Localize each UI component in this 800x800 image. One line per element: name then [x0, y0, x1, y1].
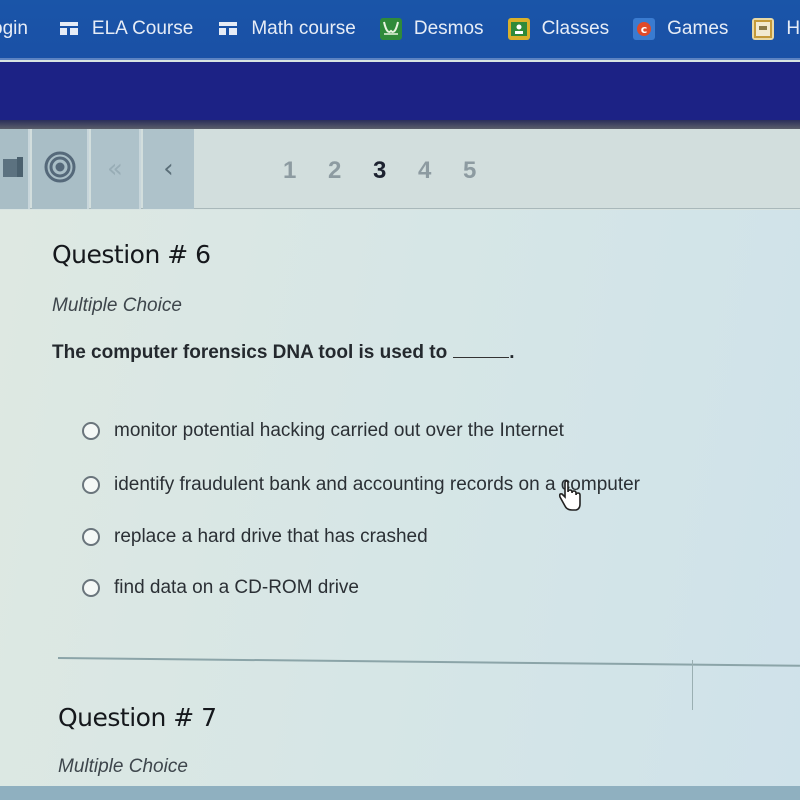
- pagination: 1 2 3 4 5: [283, 157, 508, 185]
- radio-button[interactable]: [82, 422, 100, 440]
- bottom-edge: [0, 786, 800, 800]
- target-icon: [43, 150, 77, 189]
- desmos-icon: [379, 18, 402, 40]
- question-stem-end: .: [509, 342, 515, 363]
- svg-text:c: c: [641, 23, 648, 36]
- bookmark-label: ELA Course: [91, 18, 194, 39]
- bookmark-home[interactable]: Ho: [752, 18, 800, 40]
- bookmark-login[interactable]: ogin: [0, 18, 28, 40]
- hand-pointer-cursor-icon: [556, 480, 584, 514]
- target-button[interactable]: [32, 129, 89, 209]
- grid-icon: [217, 18, 239, 40]
- option-label: monitor potential hacking carried out ov…: [114, 420, 564, 441]
- bookmark-games[interactable]: c Games: [633, 18, 728, 40]
- question-stem-text: The computer forensics DNA tool is used …: [52, 342, 448, 363]
- bookmark-ela-course[interactable]: ELA Course: [58, 18, 193, 40]
- book-icon: [3, 155, 25, 184]
- page-1[interactable]: 1: [283, 157, 328, 185]
- bookmark-label: Games: [667, 18, 729, 39]
- bookmark-label: Math course: [251, 18, 356, 39]
- double-chevron-left-icon: «: [107, 154, 123, 184]
- banner-shadow: [0, 120, 800, 129]
- bookmark-label: Desmos: [413, 18, 484, 39]
- fill-in-blank: [453, 344, 510, 358]
- question-type: Multiple Choice: [52, 295, 182, 316]
- home-icon: [752, 18, 775, 40]
- page-4[interactable]: 4: [418, 157, 463, 185]
- bookmark-math-course[interactable]: Math course: [217, 18, 356, 40]
- screen-glare-line: [692, 660, 693, 710]
- question-stem: The computer forensics DNA tool is used …: [52, 342, 514, 364]
- page-3-current[interactable]: 3: [373, 157, 418, 185]
- option-label: find data on a CD-ROM drive: [114, 577, 359, 598]
- bookmarks-bar: ogin ELA Course Math course Desmos Class…: [0, 0, 800, 60]
- bookmark-label: Classes: [541, 18, 610, 39]
- bookmark-classes[interactable]: Classes: [507, 18, 610, 40]
- question-title: Question # 7: [58, 703, 217, 732]
- first-page-button[interactable]: «: [91, 129, 141, 209]
- grid-icon: [58, 18, 80, 40]
- bookmark-label: Ho: [786, 18, 800, 39]
- page-header-banner: [0, 62, 800, 120]
- chevron-left-icon: ‹: [163, 154, 174, 184]
- book-button[interactable]: [0, 129, 30, 209]
- radio-button[interactable]: [82, 476, 100, 494]
- bookmark-desmos[interactable]: Desmos: [379, 18, 484, 40]
- answer-option-1[interactable]: monitor potential hacking carried out ov…: [82, 420, 564, 442]
- radio-button[interactable]: [82, 528, 100, 546]
- question-title: Question # 6: [52, 240, 211, 269]
- games-icon: c: [633, 18, 656, 40]
- previous-page-button[interactable]: ‹: [143, 129, 194, 209]
- classroom-icon: [507, 18, 530, 40]
- question-type: Multiple Choice: [58, 756, 188, 777]
- page-5[interactable]: 5: [463, 157, 508, 185]
- quiz-toolbar: « ‹ 1 2 3 4 5: [0, 129, 800, 209]
- answer-option-4[interactable]: find data on a CD-ROM drive: [82, 577, 359, 599]
- radio-button[interactable]: [82, 579, 100, 597]
- option-label: replace a hard drive that has crashed: [114, 526, 428, 547]
- page-2[interactable]: 2: [328, 157, 373, 185]
- bookmark-label: ogin: [0, 18, 28, 39]
- answer-option-3[interactable]: replace a hard drive that has crashed: [82, 526, 428, 548]
